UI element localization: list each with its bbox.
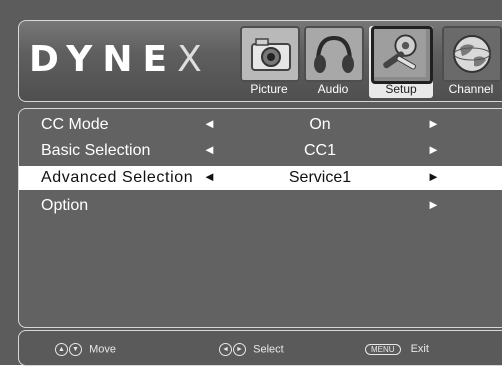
headphones-icon [304,26,364,82]
footer-hints: ▲ ▼ Move ◄ ► Select MENU Exit [18,330,502,366]
tab-setup[interactable]: Setup [369,26,433,98]
menu-row-basic-selection[interactable]: Basic Selection ◄ CC1 ► [19,139,502,163]
arrow-right-icon[interactable]: ► [427,197,440,212]
tab-audio[interactable]: Audio [301,26,365,98]
menu-button-icon: MENU [365,343,401,355]
arrow-left-icon[interactable]: ◄ [203,142,216,157]
down-button-icon: ▼ [69,343,82,356]
menu-row-option[interactable]: Option ► [19,194,502,218]
setup-menu-panel: CC Mode ◄ On ► Basic Selection ◄ CC1 ► A… [18,108,502,328]
arrow-right-icon[interactable]: ► [427,169,440,184]
header-panel: DYNEX Picture Audio Setup Channel [18,20,502,102]
dynex-logo: DYNEX [29,39,212,80]
tab-picture[interactable]: Picture [237,26,301,98]
left-button-icon: ◄ [219,343,232,356]
arrow-right-icon[interactable]: ► [427,142,440,157]
arrow-left-icon[interactable]: ◄ [203,116,216,131]
hint-exit: MENU Exit [365,343,429,355]
menu-row-cc-mode[interactable]: CC Mode ◄ On ► [19,113,502,137]
hint-move: ▲ ▼ Move [55,343,116,356]
up-button-icon: ▲ [55,343,68,356]
arrow-left-icon[interactable]: ◄ [203,169,216,184]
right-button-icon: ► [233,343,246,356]
camera-icon [240,26,300,82]
tools-icon [371,26,433,84]
hint-select: ◄ ► Select [219,343,284,356]
globe-icon [442,26,502,82]
menu-row-advanced-selection[interactable]: Advanced Selection ◄ Service1 ► [19,166,502,190]
tv-osd-frame: DYNEX Picture Audio Setup Channel CC Mod… [0,0,502,366]
arrow-right-icon[interactable]: ► [427,116,440,131]
tab-channel[interactable]: Channel [439,26,502,98]
